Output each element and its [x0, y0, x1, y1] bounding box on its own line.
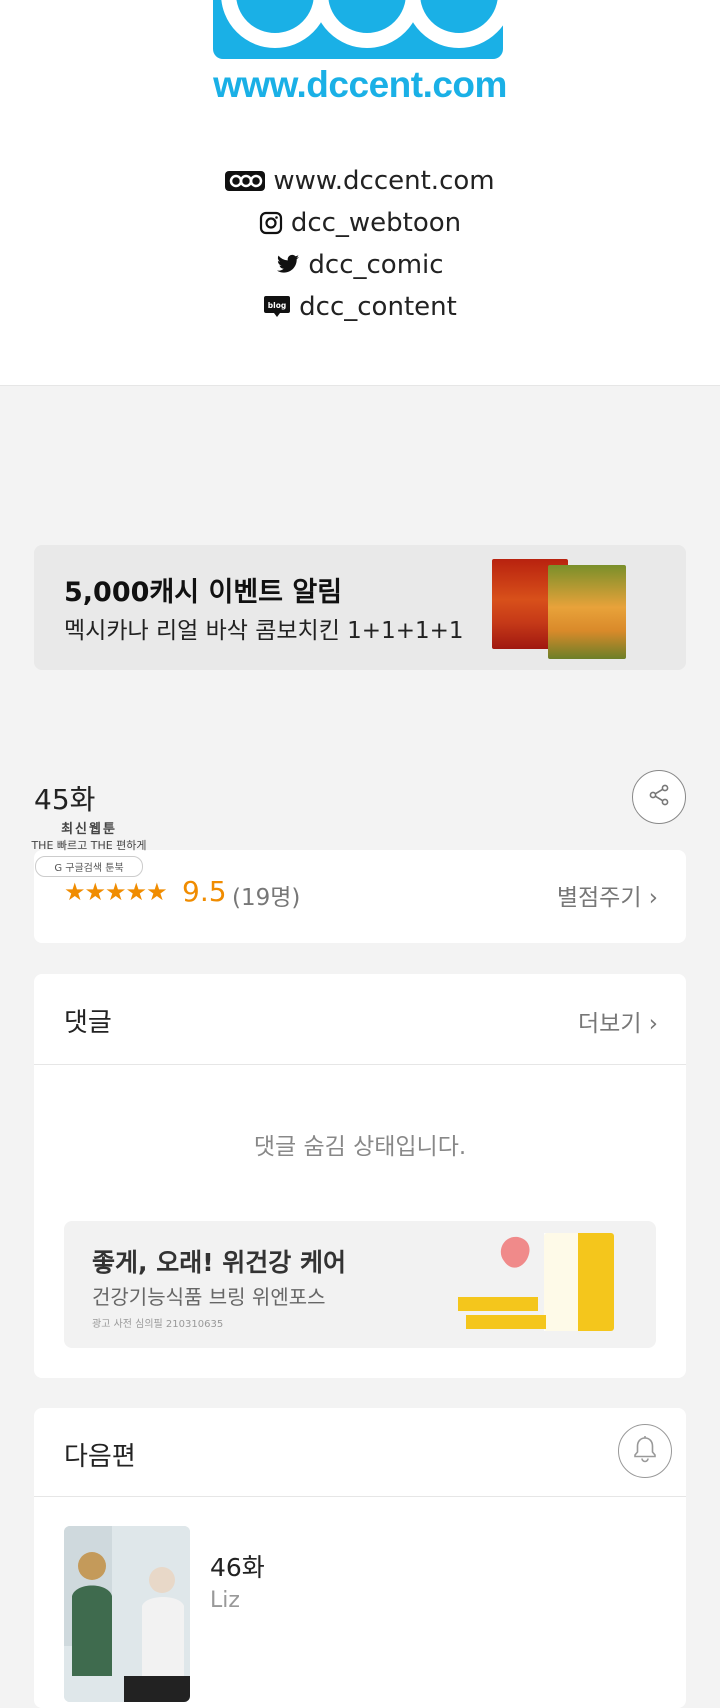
share-icon — [647, 783, 671, 811]
social-label: dcc_comic — [308, 250, 444, 280]
logo-url-text: www.dccent.com — [213, 64, 507, 105]
watermark-line1: 최신웹툰 — [61, 822, 117, 837]
banner-title: 5,000캐시 이벤트 알림 — [64, 577, 343, 608]
twitter-icon — [276, 254, 300, 276]
watermark-line3: G 구글검색 툰북 — [35, 856, 143, 877]
comments-card: 댓글 더보기 › 댓글 숨김 상태입니다. 좋게, 오래! 위건강 케어 건강기… — [34, 974, 686, 1378]
ad-subtitle: 건강기능식품 브링 위엔포스 — [92, 1285, 326, 1309]
social-label: dcc_webtoon — [290, 208, 462, 238]
social-link-website[interactable]: www.dccent.com — [0, 160, 720, 202]
comments-hidden-message: 댓글 숨김 상태입니다. — [253, 1134, 467, 1160]
watermark: 최신웹툰 THE 빠르고 THE 편하게 G 구글검색 툰북 — [14, 818, 164, 877]
next-episode-thumbnail[interactable] — [64, 1526, 190, 1702]
svg-text:blog: blog — [268, 301, 286, 310]
social-link-twitter[interactable]: dcc_comic — [0, 244, 720, 286]
episode-title: 45화 — [34, 783, 96, 816]
next-heading: 다음편 — [64, 1442, 136, 1472]
subscribe-bell-button[interactable] — [618, 1424, 672, 1478]
social-label: dcc_content — [299, 292, 457, 322]
banner-subtitle: 멕시카나 리얼 바삭 콤보치킨 1+1+1+1 — [64, 618, 464, 644]
social-label: www.dccent.com — [273, 166, 495, 196]
next-episode-title[interactable]: 46화 — [210, 1548, 265, 1584]
rating-count: (19명) — [232, 885, 301, 911]
rating-score: 9.5 — [182, 875, 227, 908]
next-episode-card: 다음편 46화 Liz — [34, 1408, 686, 1708]
divider — [34, 1496, 686, 1497]
event-banner[interactable]: 5,000캐시 이벤트 알림 멕시카나 리얼 바삭 콤보치킨 1+1+1+1 — [34, 545, 686, 670]
comments-heading: 댓글 — [64, 1008, 112, 1038]
rate-button[interactable]: 별점주기 › — [557, 878, 658, 912]
ad-notice: 광고 사전 심의필 210310635 — [92, 1319, 224, 1330]
ad-product-image — [452, 1231, 632, 1341]
dcc-logo — [213, 0, 503, 59]
divider — [34, 1064, 686, 1065]
social-link-blog[interactable]: blog dcc_content — [0, 286, 720, 328]
next-episode-author: Liz — [210, 1588, 240, 1613]
bell-icon — [632, 1435, 658, 1467]
social-link-instagram[interactable]: dcc_webtoon — [0, 202, 720, 244]
watermark-line2: THE 빠르고 THE 편하게 — [31, 839, 147, 852]
dcc-logo-icon — [225, 170, 266, 192]
chicken-product-image-2 — [548, 565, 626, 659]
comments-more-button[interactable]: 더보기 › — [578, 1004, 658, 1038]
social-links: www.dccent.com dcc_webtoon dcc_comic blo… — [0, 160, 720, 328]
footer-brand-section: www.dccent.com www.dccent.com dcc_webtoo… — [0, 0, 720, 386]
share-button[interactable] — [632, 770, 686, 824]
instagram-icon — [259, 211, 283, 235]
ad-title: 좋게, 오래! 위건강 케어 — [92, 1248, 347, 1277]
blog-icon: blog — [263, 295, 291, 319]
rating-stars: ★★★★★ — [64, 878, 168, 906]
ad-banner[interactable]: 좋게, 오래! 위건강 케어 건강기능식품 브링 위엔포스 광고 사전 심의필 … — [64, 1221, 656, 1348]
